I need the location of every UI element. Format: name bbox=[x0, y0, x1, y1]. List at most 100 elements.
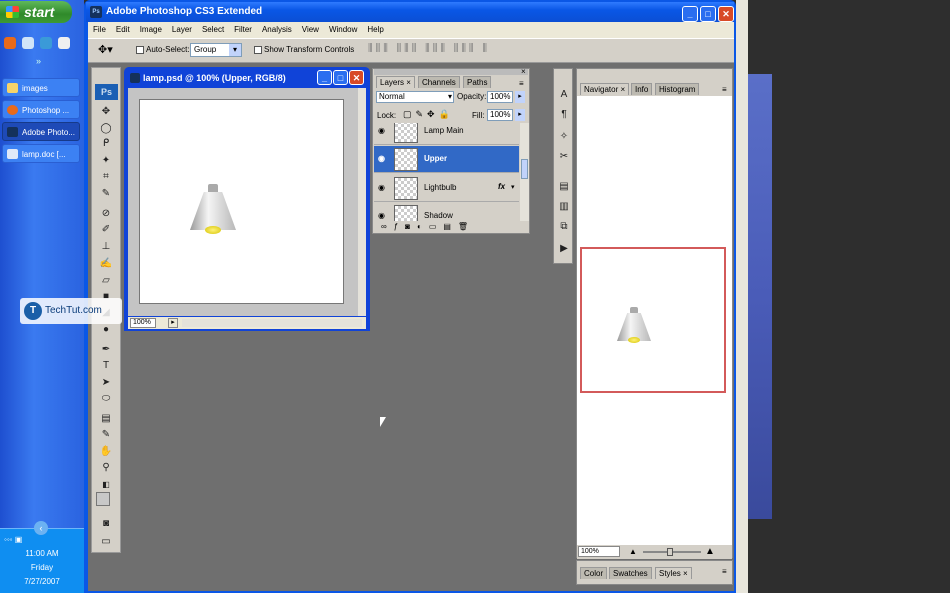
brush-tool-icon[interactable]: ✐ bbox=[99, 224, 113, 236]
expand-arrow-icon[interactable]: ▾ bbox=[511, 183, 515, 191]
layer-row-shadow[interactable]: ◉ Shadow bbox=[374, 203, 519, 221]
foreground-color-swatch[interactable] bbox=[96, 492, 110, 506]
tab-channels[interactable]: Channels bbox=[418, 76, 460, 88]
zoom-slider-handle[interactable] bbox=[667, 548, 673, 556]
clone-source-icon[interactable]: ⧉ bbox=[557, 221, 571, 233]
zoom-out-icon[interactable]: ▲ bbox=[629, 547, 637, 556]
menu-select[interactable]: Select bbox=[197, 22, 229, 38]
tab-styles[interactable]: Styles × bbox=[655, 567, 692, 579]
close-button[interactable]: ✕ bbox=[718, 6, 734, 22]
type-tool-icon[interactable]: T bbox=[99, 360, 113, 372]
tab-info[interactable]: Info bbox=[631, 83, 653, 95]
settings-icon[interactable] bbox=[22, 37, 34, 49]
panel-menu-icon[interactable]: ≡ bbox=[722, 85, 727, 94]
maximize-button[interactable]: □ bbox=[700, 6, 716, 22]
show-transform-checkbox[interactable] bbox=[254, 46, 262, 54]
panel-menu-icon[interactable]: ≡ bbox=[722, 567, 727, 576]
lock-icons[interactable]: ▢✎✥🔒 bbox=[403, 109, 454, 120]
path-select-icon[interactable]: ➤ bbox=[99, 377, 113, 389]
doc-vertical-scrollbar[interactable] bbox=[358, 88, 366, 316]
doc-maximize-button[interactable]: □ bbox=[333, 70, 348, 85]
panel-close-icon[interactable]: × bbox=[521, 67, 526, 76]
zoom-in-icon[interactable]: ▲ bbox=[705, 546, 715, 557]
document-canvas[interactable] bbox=[139, 99, 344, 304]
panel-grip[interactable] bbox=[374, 69, 528, 75]
eye-icon[interactable]: ◉ bbox=[378, 126, 388, 135]
fx-icon[interactable]: fx bbox=[498, 182, 505, 191]
start-button[interactable]: start bbox=[0, 1, 72, 23]
tab-layers[interactable]: Layers × bbox=[376, 76, 415, 88]
animation-panel-icon[interactable]: ▶ bbox=[557, 243, 571, 255]
pen-tool-icon[interactable]: ✒ bbox=[99, 344, 113, 356]
default-colors-icon[interactable]: ◧ ⇆ bbox=[99, 479, 113, 501]
healing-brush-icon[interactable]: ⊘ bbox=[99, 208, 113, 220]
show-hidden-icons-icon[interactable]: ‹ bbox=[34, 521, 48, 535]
doc-minimize-button[interactable]: _ bbox=[317, 70, 332, 85]
tab-navigator[interactable]: Navigator × bbox=[580, 83, 630, 95]
menu-help[interactable]: Help bbox=[362, 22, 388, 38]
eye-icon[interactable]: ◉ bbox=[378, 154, 388, 163]
scroll-thumb[interactable] bbox=[521, 159, 528, 179]
tab-swatches[interactable]: Swatches bbox=[609, 567, 652, 579]
layer-row-lightbulb[interactable]: ◉ Lightbulb fx ▾ bbox=[374, 175, 519, 202]
marquee-tool-icon[interactable]: ◯ bbox=[99, 123, 113, 135]
tool-presets-icon[interactable]: ✂ bbox=[557, 151, 571, 163]
screen-mode-icon[interactable]: ▭ bbox=[99, 536, 113, 548]
taskbar-button-adobe-photoshop[interactable]: Adobe Photo... bbox=[2, 122, 80, 141]
eyedropper-2-icon[interactable]: ✎ bbox=[99, 429, 113, 441]
tray-icons[interactable]: ◦◦◦ ▣ bbox=[4, 535, 22, 544]
menu-image[interactable]: Image bbox=[135, 22, 167, 38]
doc-close-button[interactable]: ✕ bbox=[349, 70, 364, 85]
taskbar-button-photoshop-browser[interactable]: Photoshop ... bbox=[2, 100, 80, 119]
zoom-tool-icon[interactable]: ⚲ bbox=[99, 462, 113, 474]
blend-mode-dropdown[interactable]: Normal ▾ bbox=[376, 91, 454, 103]
expand-chevron-icon[interactable]: » bbox=[36, 56, 41, 66]
layer-comps-icon[interactable]: ▥ bbox=[557, 201, 571, 213]
menu-filter[interactable]: Filter bbox=[229, 22, 257, 38]
quick-mask-icon[interactable]: ◙ bbox=[99, 518, 113, 530]
notepad-icon[interactable] bbox=[58, 37, 70, 49]
taskbar-button-images[interactable]: images bbox=[2, 78, 80, 97]
character-panel-icon[interactable]: A bbox=[557, 89, 571, 101]
ie-icon[interactable] bbox=[40, 37, 52, 49]
eraser-tool-icon[interactable]: ▱ bbox=[99, 275, 113, 287]
eyedropper-icon[interactable]: ✎ bbox=[99, 188, 113, 200]
opacity-field[interactable]: 100% bbox=[487, 91, 513, 103]
history-brush-icon[interactable]: ✍ bbox=[99, 258, 113, 270]
align-buttons[interactable]: ⫼⫼⫼ ⫼⫼⫼ ⫼⫼⫼ ⫼⫼⫼ ⫼ bbox=[368, 43, 490, 54]
paragraph-panel-icon[interactable]: ¶ bbox=[557, 109, 571, 121]
magic-wand-icon[interactable]: ✦ bbox=[99, 155, 113, 167]
fill-slider-button[interactable]: ▸ bbox=[515, 109, 525, 121]
tab-histogram[interactable]: Histogram bbox=[655, 83, 700, 95]
crop-tool-icon[interactable]: ⌗ bbox=[99, 171, 113, 183]
lasso-tool-icon[interactable]: ᑭ bbox=[99, 138, 113, 150]
layers-scrollbar[interactable] bbox=[520, 123, 529, 221]
move-tool-icon[interactable]: ✥▾ bbox=[98, 43, 113, 56]
opacity-slider-button[interactable]: ▸ bbox=[515, 91, 525, 103]
menu-window[interactable]: Window bbox=[324, 22, 362, 38]
tab-color[interactable]: Color bbox=[580, 567, 608, 579]
shape-tool-icon[interactable]: ⬭ bbox=[99, 393, 113, 405]
doc-horizontal-scrollbar[interactable] bbox=[182, 319, 362, 327]
document-title-bar[interactable]: lamp.psd @ 100% (Upper, RGB/8) _ □ ✕ bbox=[127, 69, 367, 87]
notes-tool-icon[interactable]: ▤ bbox=[99, 413, 113, 425]
navigator-zoom-field[interactable]: 100% bbox=[578, 546, 620, 557]
minimize-button[interactable]: _ bbox=[682, 6, 698, 22]
menu-layer[interactable]: Layer bbox=[167, 22, 197, 38]
move-tool-icon[interactable]: ✥ bbox=[99, 106, 113, 118]
eye-icon[interactable]: ◉ bbox=[378, 211, 388, 220]
dodge-tool-icon[interactable]: ● bbox=[99, 324, 113, 336]
auto-select-checkbox[interactable] bbox=[136, 46, 144, 54]
layer-actions-icons[interactable]: ∞ƒ◙◐▭▤🗑 bbox=[381, 222, 475, 231]
navigator-view-box[interactable] bbox=[580, 247, 726, 393]
tab-paths[interactable]: Paths bbox=[463, 76, 492, 88]
title-bar[interactable]: Ps Adobe Photoshop CS3 Extended _ □ ✕ bbox=[86, 2, 734, 22]
actions-panel-icon[interactable]: ▤ bbox=[557, 181, 571, 193]
layer-row-lamp-main[interactable]: ◉ Lamp Main bbox=[374, 123, 519, 145]
firefox-icon[interactable] bbox=[4, 37, 16, 49]
menu-view[interactable]: View bbox=[297, 22, 324, 38]
layer-row-upper[interactable]: ◉ Upper bbox=[374, 146, 519, 173]
hand-tool-icon[interactable]: ✋ bbox=[99, 446, 113, 458]
menu-file[interactable]: File bbox=[88, 22, 111, 38]
panel-menu-icon[interactable]: ≡ bbox=[519, 79, 524, 88]
